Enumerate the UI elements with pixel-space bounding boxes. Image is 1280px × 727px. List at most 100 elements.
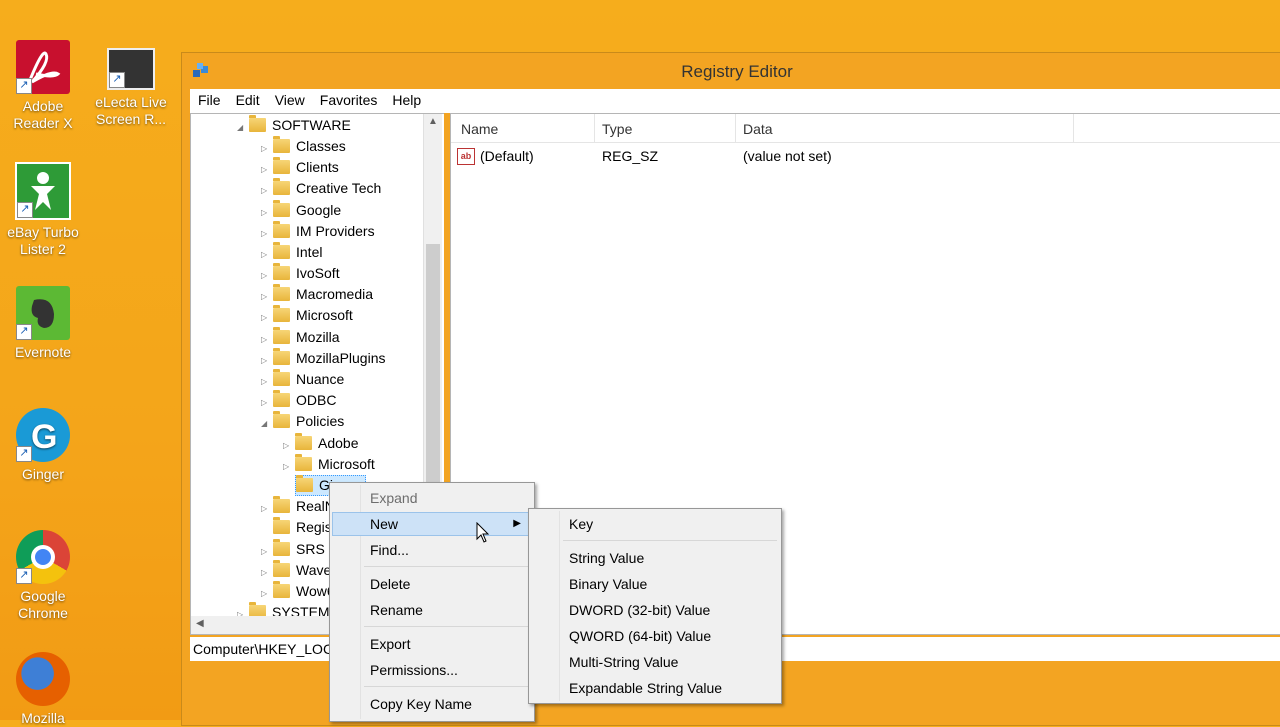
folder-icon <box>249 115 266 132</box>
folder-icon <box>273 221 290 238</box>
tree-node[interactable]: ▷ Adobe <box>283 433 358 454</box>
menu-bar: File Edit View Favorites Help <box>190 89 1280 113</box>
scrollbar-thumb[interactable] <box>426 244 440 486</box>
tree-node[interactable]: ▷ Clients <box>261 157 339 178</box>
menu-item-expand[interactable]: Expand <box>332 486 532 510</box>
shortcut-arrow-icon: ↗ <box>109 72 125 88</box>
expand-arrow-icon[interactable]: ▷ <box>261 138 273 159</box>
menu-item-export[interactable]: Export <box>332 632 532 656</box>
menu-item-copy-key-name[interactable]: Copy Key Name <box>332 692 532 716</box>
folder-icon <box>273 178 290 195</box>
folder-icon <box>273 581 290 598</box>
menu-file[interactable]: File <box>190 89 228 108</box>
submenu-item-binary-value[interactable]: Binary Value <box>531 572 779 596</box>
shortcut-arrow-icon: ↗ <box>16 446 32 462</box>
context-menu: Expand New ▶ Find... Delete Rename Expor… <box>329 482 535 722</box>
desktop-icon-adobe-reader[interactable]: ↗ Adobe Reader X <box>0 40 86 132</box>
expand-arrow-icon[interactable]: ▷ <box>261 244 273 265</box>
menu-view[interactable]: View <box>267 89 312 108</box>
menu-item-permissions[interactable]: Permissions... <box>332 658 532 682</box>
tree-node[interactable]: ▷ Microsoft <box>261 305 353 326</box>
desktop-icon-mozilla[interactable]: Mozilla <box>0 652 86 727</box>
tree-node[interactable]: ▷ Nuance <box>261 369 344 390</box>
expand-arrow-icon[interactable]: ▷ <box>261 541 273 562</box>
expand-arrow-icon[interactable]: ▷ <box>261 223 273 244</box>
ginger-g-icon: G ↗ <box>16 408 70 462</box>
menu-item-find[interactable]: Find... <box>332 538 532 562</box>
expand-arrow-icon[interactable]: ▷ <box>261 329 273 350</box>
menu-item-rename[interactable]: Rename <box>332 598 532 622</box>
expand-arrow-icon[interactable]: ▷ <box>261 562 273 583</box>
submenu-item-expandable-string-value[interactable]: Expandable String Value <box>531 676 779 700</box>
shortcut-arrow-icon: ↗ <box>17 202 33 218</box>
expand-arrow-icon[interactable]: ▷ <box>261 159 273 180</box>
tree-node[interactable]: ▷ Macromedia <box>261 284 373 305</box>
menu-help[interactable]: Help <box>384 89 428 108</box>
expand-arrow-icon[interactable]: ▷ <box>261 180 273 201</box>
desktop-icon-electa[interactable]: ↗ eLecta Live Screen R... <box>88 40 174 128</box>
column-header-data[interactable]: Data <box>743 121 773 137</box>
collapse-arrow-icon[interactable]: ◢ <box>261 413 273 434</box>
window-title: Registry Editor <box>681 62 793 81</box>
scroll-left-arrow-icon[interactable]: ◀ <box>196 618 204 629</box>
value-type: REG_SZ <box>602 148 659 164</box>
tree-node[interactable]: ▷ Microsoft <box>283 454 375 475</box>
folder-icon <box>273 284 290 301</box>
tree-node-policies[interactable]: ◢ Policies <box>261 411 344 432</box>
folder-icon <box>273 242 290 259</box>
submenu-item-qword-value[interactable]: QWORD (64-bit) Value <box>531 624 779 648</box>
shortcut-arrow-icon: ↗ <box>16 324 32 340</box>
value-data: (value not set) <box>743 148 832 164</box>
tree-node[interactable]: ▷ ODBC <box>261 390 336 411</box>
tree-node[interactable]: ▷ Google <box>261 200 341 221</box>
expand-arrow-icon[interactable]: ▷ <box>261 583 273 604</box>
column-header-type[interactable]: Type <box>602 121 632 137</box>
menu-item-delete[interactable]: Delete <box>332 572 532 596</box>
folder-icon <box>273 263 290 280</box>
new-submenu: Key String Value Binary Value DWORD (32-… <box>528 508 782 704</box>
tree-node[interactable]: ▷ IM Providers <box>261 221 375 242</box>
title-bar[interactable]: Registry Editor <box>182 53 1280 89</box>
tree-node[interactable]: ▷ MozillaPlugins <box>261 348 385 369</box>
tree-node[interactable]: ▷ Mozilla <box>261 327 340 348</box>
submenu-item-dword-value[interactable]: DWORD (32-bit) Value <box>531 598 779 622</box>
expand-arrow-icon[interactable]: ▷ <box>261 286 273 307</box>
expand-arrow-icon[interactable]: ▷ <box>261 265 273 286</box>
desktop-icon-evernote[interactable]: ↗ Evernote <box>0 286 86 361</box>
expand-arrow-icon[interactable]: ▷ <box>283 456 295 477</box>
desktop-icon-label: eBay Turbo Lister 2 <box>7 224 79 257</box>
folder-icon <box>273 348 290 365</box>
expand-arrow-icon[interactable]: ▷ <box>261 371 273 392</box>
column-header-name[interactable]: Name <box>461 121 498 137</box>
tree-node[interactable]: ▷ Creative Tech <box>261 178 381 199</box>
submenu-item-string-value[interactable]: String Value <box>531 546 779 570</box>
menu-favorites[interactable]: Favorites <box>312 89 385 108</box>
expand-arrow-icon[interactable]: ▷ <box>283 435 295 456</box>
folder-icon <box>273 136 290 153</box>
tree-node[interactable]: ▷ IvoSoft <box>261 263 340 284</box>
tree-node[interactable]: ▷ Intel <box>261 242 322 263</box>
svg-text:G: G <box>31 418 57 456</box>
menu-edit[interactable]: Edit <box>228 89 267 108</box>
desktop-icon-ebay-turbo-lister[interactable]: ↗ eBay Turbo Lister 2 <box>0 162 86 258</box>
submenu-item-key[interactable]: Key <box>531 512 779 536</box>
expand-arrow-icon[interactable]: ▷ <box>261 307 273 328</box>
desktop-icon-chrome[interactable]: ↗ Google Chrome <box>0 530 86 622</box>
expand-arrow-icon[interactable]: ▷ <box>261 392 273 413</box>
tree-node-software[interactable]: ◢ SOFTWARE <box>237 115 351 136</box>
desktop-icon-ginger[interactable]: G ↗ Ginger <box>0 408 86 483</box>
folder-icon <box>273 496 290 513</box>
collapse-arrow-icon[interactable]: ◢ <box>237 117 249 138</box>
expand-arrow-icon[interactable]: ▷ <box>261 498 273 519</box>
desktop-icon-label: eLecta Live Screen R... <box>95 94 167 127</box>
folder-icon <box>273 390 290 407</box>
scroll-up-arrow-icon[interactable]: ▲ <box>428 116 438 127</box>
folder-icon <box>273 560 290 577</box>
adobe-reader-icon: ↗ <box>16 40 70 94</box>
folder-icon <box>295 433 312 450</box>
expand-arrow-icon[interactable]: ▷ <box>261 350 273 371</box>
expand-arrow-icon[interactable]: ▷ <box>261 202 273 223</box>
submenu-item-multi-string-value[interactable]: Multi-String Value <box>531 650 779 674</box>
menu-item-new[interactable]: New ▶ <box>332 512 532 536</box>
tree-node[interactable]: ▷ Classes <box>261 136 346 157</box>
